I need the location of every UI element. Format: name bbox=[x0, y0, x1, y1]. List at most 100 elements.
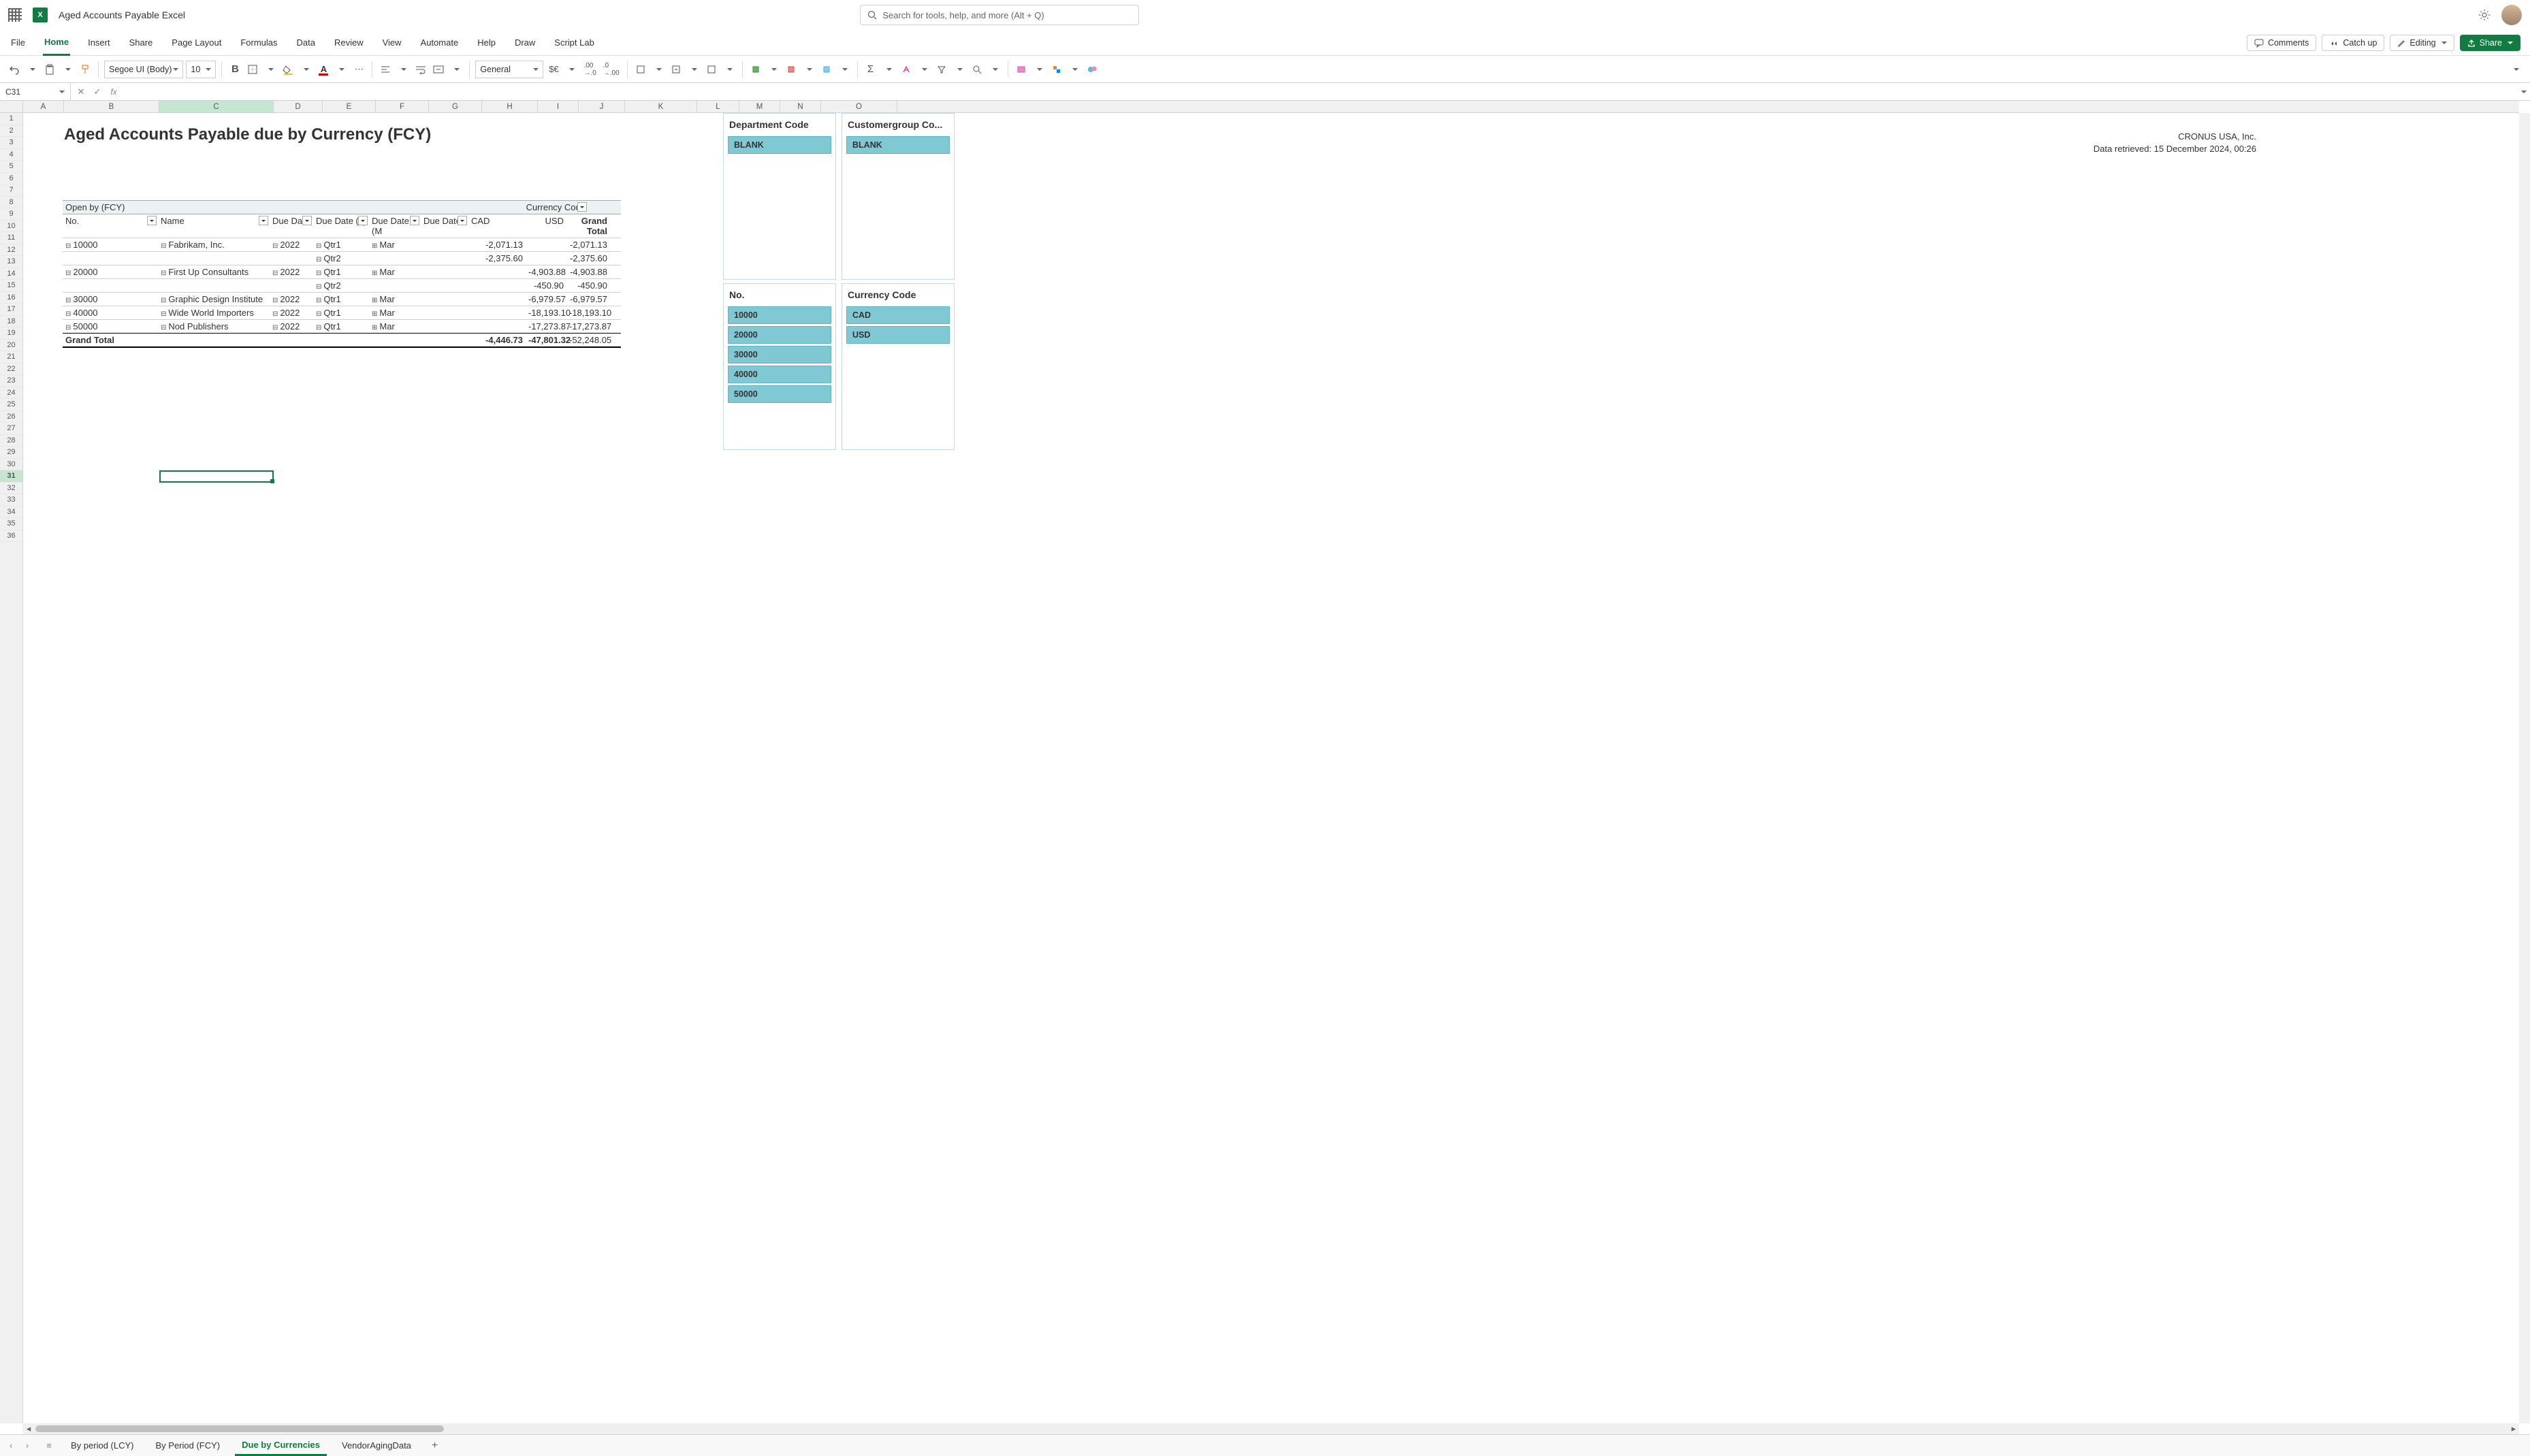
row-header[interactable]: 24 bbox=[0, 387, 22, 400]
slicer-item[interactable]: 10000 bbox=[728, 306, 831, 324]
row-header[interactable]: 13 bbox=[0, 256, 22, 268]
fx-button[interactable]: fx bbox=[106, 84, 121, 100]
row-header[interactable]: 26 bbox=[0, 411, 22, 423]
row-header[interactable]: 34 bbox=[0, 506, 22, 519]
undo-dropdown[interactable] bbox=[25, 61, 39, 78]
select-all-corner[interactable] bbox=[0, 101, 23, 113]
row-header[interactable]: 11 bbox=[0, 232, 22, 244]
format-cells-button[interactable] bbox=[704, 61, 719, 78]
row-header[interactable]: 29 bbox=[0, 447, 22, 459]
row-header[interactable]: 10 bbox=[0, 221, 22, 233]
merge-button[interactable] bbox=[431, 61, 446, 78]
row-header[interactable]: 3 bbox=[0, 137, 22, 149]
autosum-dropdown[interactable] bbox=[881, 61, 896, 78]
spreadsheet-grid[interactable]: ABCDEFGHIJKLMNO 123456789101112131415161… bbox=[0, 101, 2530, 1434]
search-input[interactable]: Search for tools, help, and more (Alt + … bbox=[860, 5, 1139, 25]
row-header[interactable]: 35 bbox=[0, 518, 22, 530]
all-sheets-button[interactable]: ≡ bbox=[42, 1439, 56, 1453]
share-button[interactable]: Share bbox=[2460, 35, 2520, 51]
font-size-select[interactable]: 10 bbox=[186, 61, 216, 78]
font-color-dropdown[interactable] bbox=[334, 61, 349, 78]
slicer-department-code[interactable]: Department Code BLANK bbox=[723, 113, 836, 280]
row-header[interactable]: 28 bbox=[0, 435, 22, 447]
format-cells-dropdown[interactable] bbox=[722, 61, 737, 78]
row-header[interactable]: 4 bbox=[0, 149, 22, 161]
dropdown-icon[interactable] bbox=[358, 216, 368, 225]
undo-button[interactable] bbox=[7, 61, 22, 78]
format-button[interactable] bbox=[819, 61, 834, 78]
row-header[interactable]: 33 bbox=[0, 494, 22, 506]
row-header[interactable]: 5 bbox=[0, 161, 22, 173]
slicer-no[interactable]: No. 10000 20000 30000 40000 50000 bbox=[723, 283, 836, 450]
scroll-left-arrow[interactable]: ◂ bbox=[23, 1423, 34, 1434]
tab-help[interactable]: Help bbox=[476, 30, 497, 56]
row-header[interactable]: 1 bbox=[0, 113, 22, 125]
column-header[interactable]: I bbox=[538, 101, 579, 112]
bold-button[interactable]: B bbox=[227, 61, 242, 78]
column-header[interactable]: G bbox=[429, 101, 482, 112]
row-headers[interactable]: 1234567891011121314151617181920212223242… bbox=[0, 113, 23, 1423]
slicer-item[interactable]: 30000 bbox=[728, 346, 831, 363]
tab-view[interactable]: View bbox=[381, 30, 403, 56]
dropdown-icon[interactable] bbox=[147, 216, 157, 225]
slicer-item[interactable]: BLANK bbox=[728, 136, 831, 154]
more-font-button[interactable]: ⋯ bbox=[351, 61, 366, 78]
collapse-ribbon-button[interactable] bbox=[2508, 61, 2523, 78]
decrease-decimal-button[interactable]: .00→.0 bbox=[581, 61, 598, 78]
cancel-edit-button[interactable]: ✕ bbox=[74, 84, 89, 100]
scroll-thumb[interactable] bbox=[35, 1425, 444, 1432]
slicer-currency-code[interactable]: Currency Code CAD USD bbox=[842, 283, 955, 450]
clear-button[interactable] bbox=[899, 61, 914, 78]
accounting-format-button[interactable]: $€ bbox=[546, 61, 561, 78]
align-button[interactable] bbox=[378, 61, 393, 78]
sensitivity-dropdown[interactable] bbox=[1031, 61, 1046, 78]
addins-button[interactable] bbox=[1049, 61, 1064, 78]
row-header[interactable]: 7 bbox=[0, 184, 22, 197]
column-header[interactable]: N bbox=[780, 101, 821, 112]
insert-cells-dropdown[interactable] bbox=[651, 61, 666, 78]
slicer-customergroup-code[interactable]: Customergroup Co... BLANK bbox=[842, 113, 955, 280]
row-header[interactable]: 19 bbox=[0, 327, 22, 340]
increase-decimal-button[interactable]: .0→.00 bbox=[601, 61, 622, 78]
row-header[interactable]: 6 bbox=[0, 173, 22, 185]
confirm-edit-button[interactable]: ✓ bbox=[90, 84, 105, 100]
expand-formula-bar[interactable] bbox=[2516, 88, 2530, 96]
insert-button[interactable] bbox=[748, 61, 763, 78]
row-header[interactable]: 21 bbox=[0, 351, 22, 363]
tab-home[interactable]: Home bbox=[43, 30, 70, 56]
insert-cells-button[interactable] bbox=[633, 61, 648, 78]
delete-cells-button[interactable] bbox=[669, 61, 684, 78]
pivot-header-no[interactable]: No. bbox=[63, 214, 158, 238]
align-dropdown[interactable] bbox=[396, 61, 411, 78]
editing-mode-button[interactable]: Editing bbox=[2390, 35, 2454, 51]
tab-script-lab[interactable]: Script Lab bbox=[553, 30, 596, 56]
borders-button[interactable] bbox=[245, 61, 260, 78]
format-dropdown[interactable] bbox=[837, 61, 852, 78]
horizontal-scrollbar[interactable]: ◂ ▸ bbox=[23, 1423, 2519, 1434]
font-color-button[interactable]: A bbox=[316, 61, 331, 78]
autosum-button[interactable]: Σ bbox=[863, 61, 878, 78]
row-header[interactable]: 23 bbox=[0, 375, 22, 387]
delete-cells-dropdown[interactable] bbox=[686, 61, 701, 78]
column-header[interactable]: E bbox=[323, 101, 376, 112]
settings-icon[interactable] bbox=[2478, 9, 2491, 21]
tab-insert[interactable]: Insert bbox=[86, 30, 112, 56]
row-header[interactable]: 20 bbox=[0, 340, 22, 352]
catchup-button[interactable]: Catch up bbox=[2322, 35, 2384, 51]
sheet-tab[interactable]: Due by Currencies bbox=[235, 1436, 327, 1456]
pivot-header-name[interactable]: Name bbox=[158, 214, 270, 238]
font-name-select[interactable]: Segoe UI (Body) bbox=[104, 61, 183, 78]
sensitivity-button[interactable] bbox=[1014, 61, 1029, 78]
column-header[interactable]: F bbox=[376, 101, 429, 112]
sort-filter-dropdown[interactable] bbox=[952, 61, 967, 78]
row-header[interactable]: 16 bbox=[0, 292, 22, 304]
tab-file[interactable]: File bbox=[10, 30, 27, 56]
row-header[interactable]: 25 bbox=[0, 399, 22, 411]
delete-button[interactable] bbox=[784, 61, 799, 78]
tab-data[interactable]: Data bbox=[295, 30, 317, 56]
row-header[interactable]: 30 bbox=[0, 459, 22, 471]
vertical-scrollbar[interactable] bbox=[2519, 113, 2530, 1423]
column-header[interactable]: D bbox=[274, 101, 323, 112]
row-header[interactable]: 12 bbox=[0, 244, 22, 257]
app-launcher-icon[interactable] bbox=[8, 8, 22, 22]
